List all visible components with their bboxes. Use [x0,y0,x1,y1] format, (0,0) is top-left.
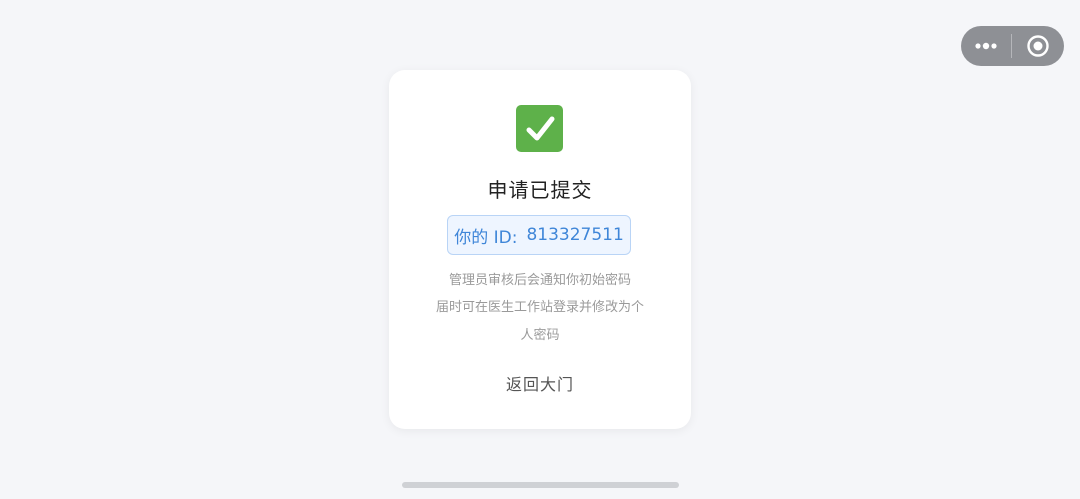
user-id-value: 813327511 [526,225,624,245]
close-button[interactable] [1012,26,1064,66]
notice-line-1: 管理员审核后会通知你初始密码 [448,273,631,288]
back-to-lobby-link[interactable]: 返回大门 [389,371,691,395]
notice-line-3: 人密码 [520,328,560,343]
notice-line-2: 届时可在医生工作站登录并修改为个 [435,300,644,315]
user-id-label: 你的 ID: [454,227,518,248]
more-button[interactable] [961,26,1011,66]
check-mark-icon [516,105,563,152]
page-title: 申请已提交 [487,178,593,202]
home-indicator[interactable] [402,482,679,488]
success-card: 申请已提交 你的 ID: 813327511 管理员审核后会通知你初始密码 届时… [389,70,691,429]
more-dots-icon [975,42,997,50]
close-circle-icon [1027,35,1049,57]
mini-program-capsule [961,26,1064,66]
user-id-badge: 你的 ID: 813327511 [447,215,631,255]
